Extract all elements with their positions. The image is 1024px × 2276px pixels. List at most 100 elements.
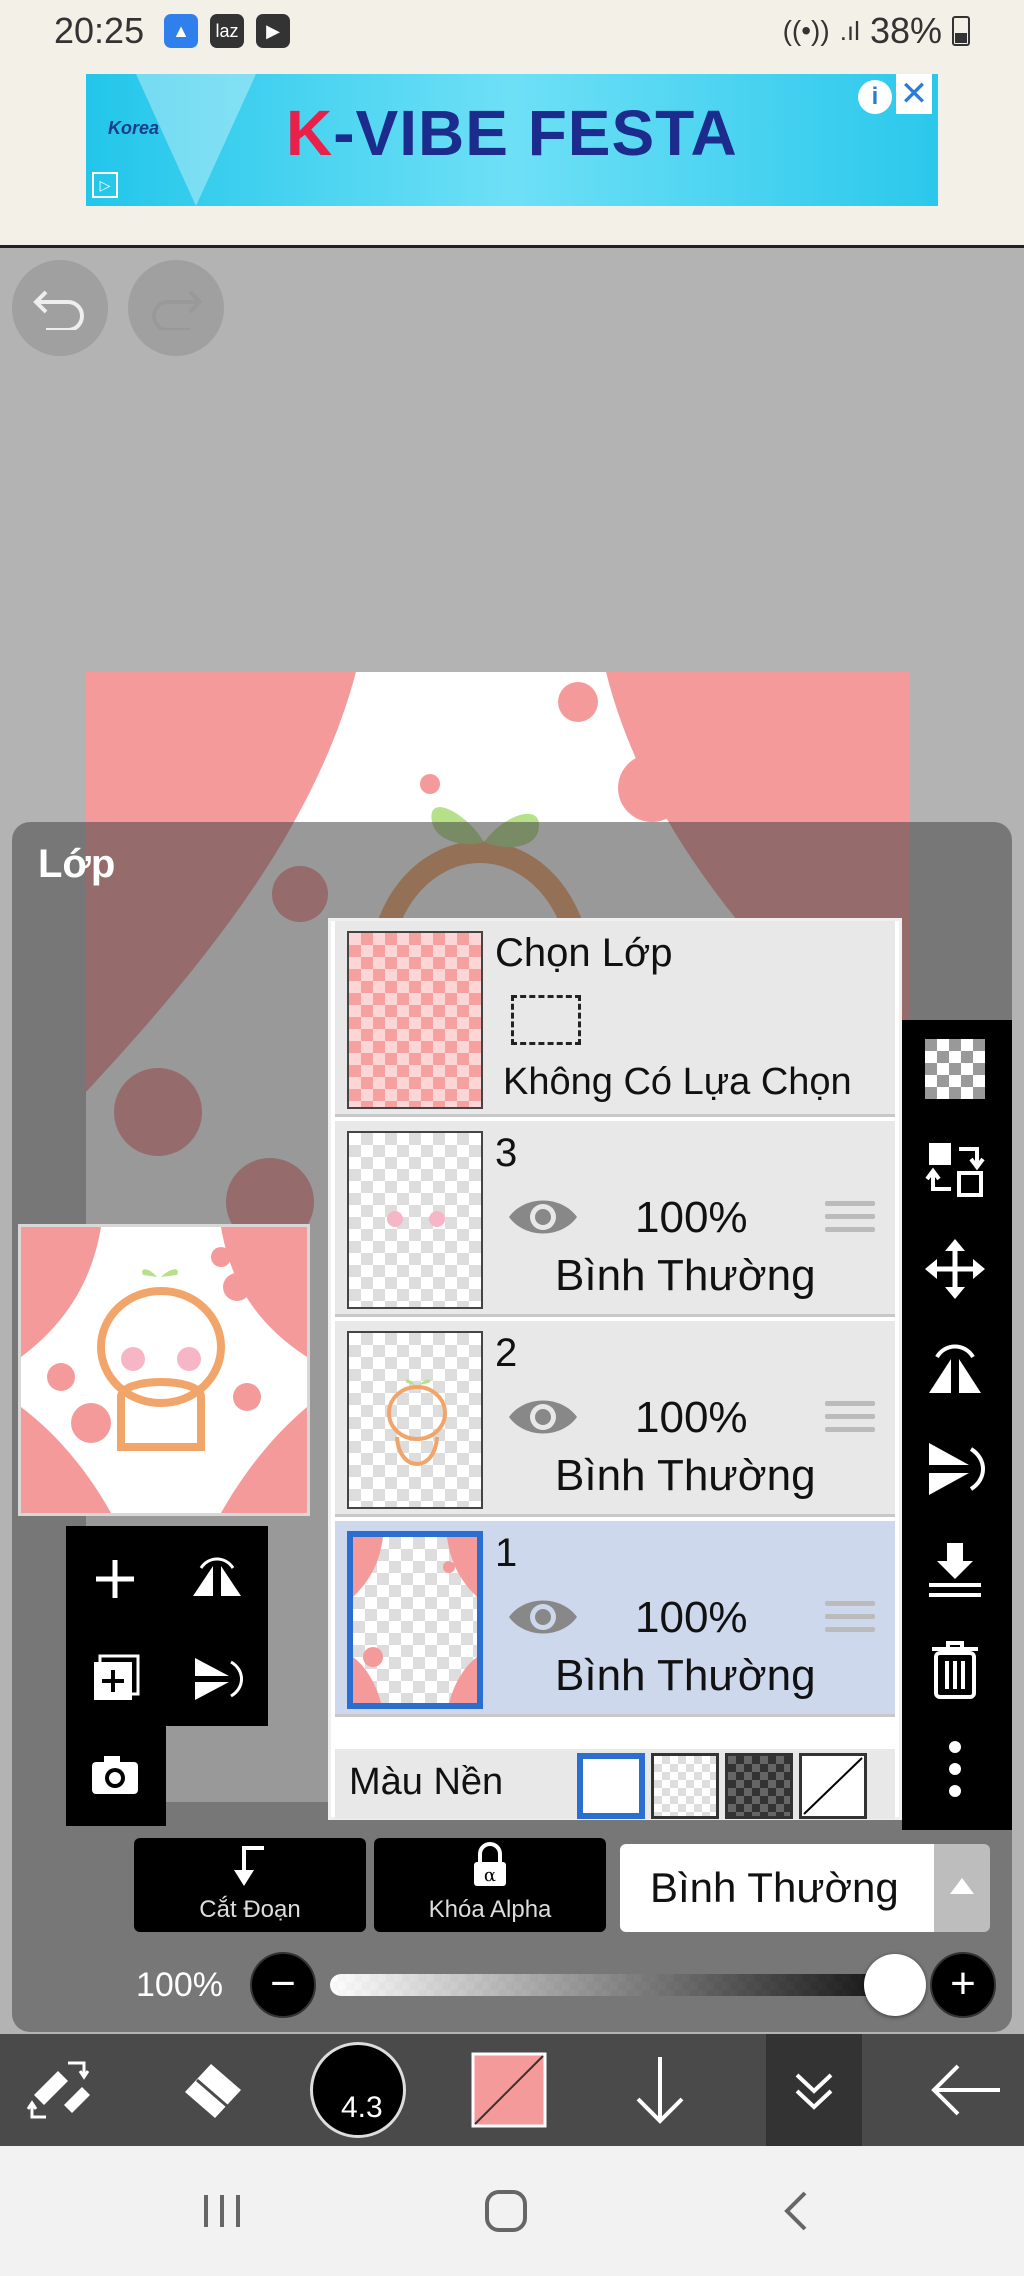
background-color-label: Màu Nền [349,1761,504,1803]
camera-pad [66,1726,166,1826]
battery-icon [952,16,970,46]
system-back-button[interactable] [756,2176,836,2246]
merge-down-button[interactable] [920,1534,990,1604]
flip-horizontal-button[interactable] [182,1544,252,1614]
layer-tool-pad [66,1526,268,1726]
brush-size-indicator: 4.3 [310,2042,406,2138]
ad-close-icon[interactable]: ✕ [896,74,932,114]
ad-beam [136,74,256,206]
duplicate-icon [94,1654,140,1700]
youtube-icon: ▶ [256,14,290,48]
opacity-decrease-button[interactable]: − [250,1952,316,2018]
layer-panel: Lớp Chọn Lớp Không Có Lựa Chọn 3 100% Bì… [12,822,1012,2032]
rocket-icon: ▲ [164,14,198,48]
transform-tool-button[interactable] [14,2034,104,2146]
alpha-lock-button[interactable]: α Khóa Alpha [374,1838,606,1932]
camera-icon [92,1756,138,1794]
home-button[interactable] [466,2176,546,2246]
new-transparent-layer-button[interactable] [920,1034,990,1104]
blend-mode-select[interactable]: Bình Thường [620,1844,934,1932]
undo-button[interactable] [12,260,108,356]
flip-horizontal-icon [929,1344,981,1393]
ad-info-icon[interactable]: i [858,80,892,114]
selection-marquee-icon [511,995,581,1045]
flip-vertical-layer-button[interactable] [920,1434,990,1504]
layer-opacity: 100% [635,1593,748,1642]
color-swatch [471,2052,547,2128]
selection-thumbnail [347,931,483,1109]
layer-thumbnail [347,1531,483,1709]
preview-artwork [21,1227,307,1513]
layer-row-2[interactable]: 2 100% Bình Thường [335,1321,895,1517]
layer-row-3[interactable]: 3 100% Bình Thường [335,1121,895,1317]
blend-mode-arrow-icon[interactable] [934,1844,990,1932]
battery-percent: 38% [869,10,942,51]
swap-icon [925,1143,985,1197]
bg-none-swatch[interactable] [799,1753,867,1819]
redo-button[interactable] [128,260,224,356]
ad-title: K-VIBE FESTA [286,97,738,169]
visibility-eye-icon[interactable] [507,1393,579,1441]
ad-banner[interactable]: Korea K-VIBE FESTA i ✕ ▷ [86,74,938,206]
undo-icon [33,290,84,330]
eraser-button[interactable] [160,2034,260,2146]
system-nav-bar [0,2146,1024,2276]
redo-icon [152,290,203,330]
chevron-left-icon [784,2191,807,2231]
opacity-slider[interactable] [330,1974,908,1996]
visibility-eye-icon[interactable] [507,1193,579,1241]
opacity-increase-button[interactable]: + [930,1952,996,2018]
drag-handle-icon[interactable] [825,1601,875,1637]
arrow-down-icon [636,2057,684,2124]
recent-apps-button[interactable] [182,2176,262,2246]
move-button[interactable] [920,1234,990,1304]
brush-size-button[interactable]: 4.3 [306,2034,410,2146]
camera-button[interactable] [80,1740,150,1810]
more-vertical-icon [949,1741,961,1797]
flip-horizontal-layer-button[interactable] [920,1334,990,1404]
add-layer-button[interactable] [80,1544,150,1614]
clipping-label: Cắt Đoạn [199,1896,301,1923]
layer-row-1[interactable]: 1 100% Bình Thường [335,1521,895,1717]
layer-3-thumb-art [387,1211,445,1227]
bg-transparent-swatch[interactable] [651,1753,719,1819]
layer-opacity: 100% [635,1193,748,1242]
swap-layer-button[interactable] [920,1134,990,1204]
selection-layer-row[interactable]: Chọn Lớp Không Có Lựa Chọn [335,921,895,1117]
bg-dark-checker-swatch[interactable] [725,1753,793,1819]
flip-vertical-button[interactable] [182,1644,252,1714]
duplicate-layer-button[interactable] [80,1644,150,1714]
ad-logo: Korea [108,118,160,138]
layer-thumbnail [347,1131,483,1309]
layers-toggle-button[interactable] [766,2034,862,2146]
layer-down-button[interactable] [620,2034,700,2146]
alpha-lock-label: Khóa Alpha [428,1896,552,1923]
wifi-icon: ((•)) [782,15,830,46]
drag-handle-icon[interactable] [825,1201,875,1237]
clipping-button[interactable]: Cắt Đoạn [134,1838,366,1932]
signal-icon: .ıl [839,15,860,46]
eraser-icon [185,2064,241,2118]
opacity-slider-knob[interactable] [864,1954,926,2016]
adchoices-icon[interactable]: ▷ [92,172,118,198]
flip-vertical-icon [929,1443,985,1495]
visibility-eye-icon[interactable] [507,1593,579,1641]
more-options-button[interactable] [920,1734,990,1804]
layer-blend-mode: Bình Thường [555,1251,816,1300]
laz-icon: laz [210,14,244,48]
drag-handle-icon[interactable] [825,1401,875,1437]
layer-opacity: 100% [635,1393,748,1442]
flip-vertical-icon [195,1658,243,1700]
delete-layer-button[interactable] [920,1634,990,1704]
layer-name: 2 [495,1331,518,1375]
layer-thumbnail [347,1331,483,1509]
bg-white-swatch[interactable] [577,1753,645,1819]
layer-blend-mode: Bình Thường [555,1651,816,1700]
color-button[interactable] [466,2034,552,2146]
recent-apps-icon [204,2195,240,2227]
clip-arrow-icon [234,1846,264,1886]
svg-text:α: α [484,1865,496,1886]
back-button[interactable] [916,2034,1016,2146]
canvas-preview[interactable] [18,1224,310,1516]
double-chevron-down-icon [795,2073,833,2110]
